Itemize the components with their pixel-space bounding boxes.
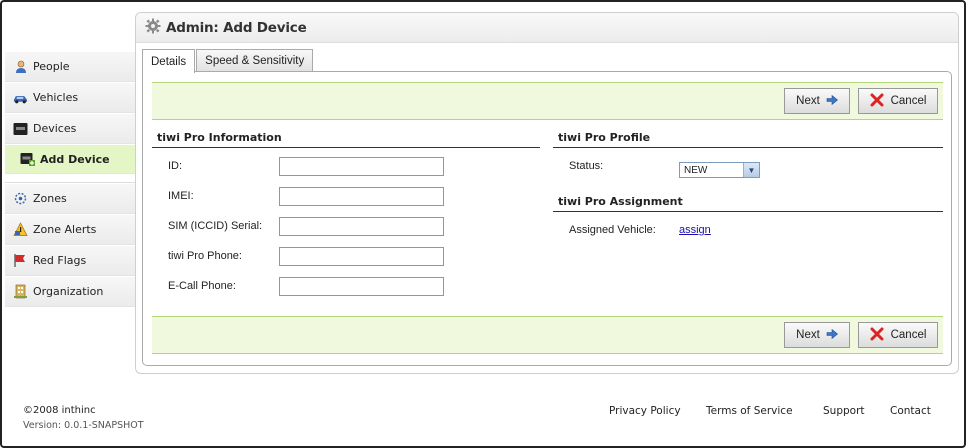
- car-icon: [13, 90, 28, 105]
- sidebar-item-label: Zone Alerts: [33, 223, 97, 236]
- arrow-right-icon: [826, 328, 838, 342]
- id-field[interactable]: [279, 157, 444, 176]
- sidebar-item-zone-alerts[interactable]: Zone Alerts: [5, 214, 135, 245]
- cancel-button[interactable]: Cancel: [858, 88, 938, 114]
- ecall-phone-field[interactable]: [279, 277, 444, 296]
- sidebar-item-label: Organization: [33, 285, 104, 298]
- footer-info: ©2008 inthinc Version: 0.0.1-SNAPSHOT: [23, 405, 144, 431]
- status-select-value: NEW: [684, 164, 708, 176]
- next-button[interactable]: Next: [784, 322, 850, 348]
- next-button-label: Next: [796, 329, 820, 341]
- sidebar-item-label: Devices: [33, 122, 77, 135]
- cancel-button[interactable]: Cancel: [858, 322, 938, 348]
- tab-details[interactable]: Details: [142, 49, 196, 73]
- action-bar-top: Next Cancel: [152, 82, 943, 120]
- sidebar-item-organization[interactable]: Organization: [5, 276, 135, 307]
- contact-link[interactable]: Contact: [890, 405, 931, 417]
- close-icon: [870, 327, 884, 344]
- imei-label: IMEI:: [168, 190, 194, 202]
- action-bar-bottom: Next Cancel: [152, 316, 943, 354]
- profile-section-title: tiwi Pro Profile: [553, 131, 943, 148]
- tab-strip: Details Speed & Sensitivity: [142, 49, 314, 73]
- assigned-vehicle-label: Assigned Vehicle:: [569, 224, 656, 236]
- warning-icon: [13, 222, 28, 237]
- status-select[interactable]: NEW ▼: [679, 162, 760, 178]
- assignment-section: tiwi Pro Assignment: [553, 195, 943, 212]
- version-text: Version: 0.0.1-SNAPSHOT: [23, 420, 144, 431]
- sidebar-item-people[interactable]: People: [5, 51, 135, 82]
- sidebar-item-zones[interactable]: Zones: [5, 183, 135, 214]
- sidebar-item-label: Vehicles: [33, 91, 79, 104]
- ecall-phone-label: E-Call Phone:: [168, 280, 236, 292]
- chevron-down-icon: ▼: [743, 163, 759, 177]
- cancel-button-label: Cancel: [890, 95, 927, 107]
- copyright-text: ©2008 inthinc: [23, 405, 96, 416]
- main-panel: Admin: Add Device Details Speed & Sensit…: [135, 12, 959, 374]
- device-icon: [13, 121, 28, 136]
- page-title: Admin: Add Device: [166, 19, 307, 36]
- sidebar-item-vehicles[interactable]: Vehicles: [5, 82, 135, 113]
- arrow-right-icon: [826, 94, 838, 108]
- assignment-section-title: tiwi Pro Assignment: [553, 195, 943, 212]
- pro-phone-field[interactable]: [279, 247, 444, 266]
- pro-phone-label: tiwi Pro Phone:: [168, 250, 242, 262]
- support-link[interactable]: Support: [823, 405, 865, 417]
- next-button-label: Next: [796, 95, 820, 107]
- sim-serial-field[interactable]: [279, 217, 444, 236]
- sidebar-item-red-flags[interactable]: Red Flags: [5, 245, 135, 276]
- sidebar-item-label: Zones: [33, 192, 67, 205]
- sidebar-item-add-device[interactable]: Add Device: [5, 144, 135, 174]
- sidebar-item-devices[interactable]: Devices: [5, 113, 135, 144]
- cancel-button-label: Cancel: [890, 329, 927, 341]
- tab-speed-sensitivity[interactable]: Speed & Sensitivity: [196, 49, 314, 72]
- id-label: ID:: [168, 160, 183, 172]
- sidebar-item-label: Add Device: [40, 152, 110, 166]
- terms-of-service-link[interactable]: Terms of Service: [706, 405, 793, 417]
- info-section-title: tiwi Pro Information: [152, 131, 540, 148]
- sim-serial-label: SIM (ICCID) Serial:: [168, 220, 263, 232]
- next-button[interactable]: Next: [784, 88, 850, 114]
- close-icon: [870, 93, 884, 110]
- tab-content: Next Cancel tiwi Pro Information ID: IME…: [142, 71, 952, 366]
- status-label: Status:: [569, 160, 604, 172]
- zones-icon: [13, 191, 28, 206]
- person-icon: [13, 59, 28, 74]
- sidebar-item-label: Red Flags: [33, 254, 87, 267]
- panel-header: Admin: Add Device: [136, 13, 958, 43]
- sidebar-item-label: People: [33, 60, 70, 73]
- red-flag-icon: [13, 253, 28, 268]
- privacy-policy-link[interactable]: Privacy Policy: [609, 405, 681, 417]
- organization-icon: [13, 284, 28, 299]
- sidebar-divider: [5, 174, 135, 183]
- sidebar-nav: People Vehicles Devices Add Device Zones…: [5, 51, 135, 307]
- imei-field[interactable]: [279, 187, 444, 206]
- profile-section: tiwi Pro Profile: [553, 131, 943, 148]
- assign-link[interactable]: assign: [679, 224, 711, 236]
- info-section: tiwi Pro Information: [152, 131, 540, 148]
- add-device-icon: [20, 152, 35, 167]
- gear-icon: [145, 18, 161, 37]
